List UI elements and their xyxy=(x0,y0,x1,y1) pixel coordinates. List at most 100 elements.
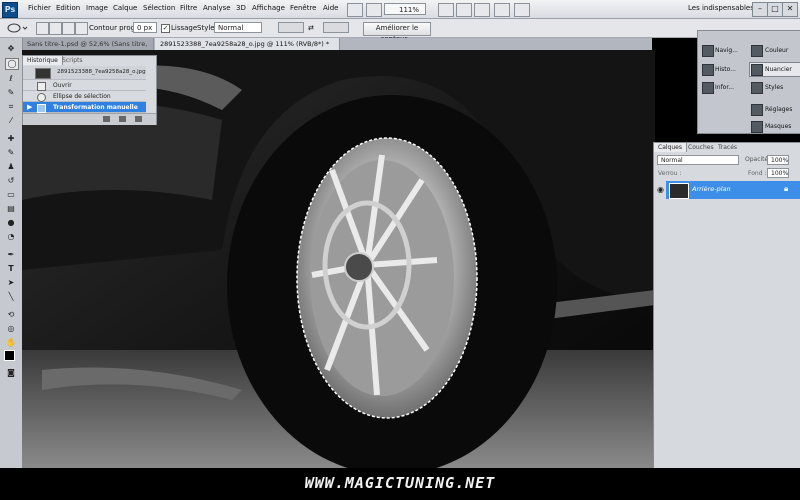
masks-icon[interactable] xyxy=(751,121,763,133)
rotate-view-icon[interactable] xyxy=(474,3,490,17)
history-brush-icon[interactable]: ↺ xyxy=(5,176,17,186)
history-item-label: Ellipse de sélection xyxy=(53,93,111,100)
crop-tool-icon[interactable]: ⌗ xyxy=(5,102,17,112)
fill-label: Fond : xyxy=(748,170,767,177)
healing-tool-icon[interactable]: ✚ xyxy=(5,134,17,144)
quick-select-tool-icon[interactable]: ✎ xyxy=(5,88,17,98)
menu-filtre[interactable]: Filtre xyxy=(180,4,197,12)
navigator-icon[interactable] xyxy=(702,45,714,57)
hand-icon[interactable] xyxy=(438,3,454,17)
dock-nuancier[interactable]: Nuancier xyxy=(765,66,792,73)
dock-styles[interactable]: Styles xyxy=(765,84,783,91)
dock-info[interactable]: Infor... xyxy=(715,84,734,91)
screen-mode-icon[interactable] xyxy=(514,3,530,17)
eraser-tool-icon[interactable]: ▭ xyxy=(5,190,17,200)
stamp-tool-icon[interactable]: ♟ xyxy=(5,162,17,172)
dock-masques[interactable]: Masques xyxy=(765,123,791,130)
menu-selection[interactable]: Sélection xyxy=(143,4,175,12)
lock-label: Verrou : xyxy=(658,170,682,177)
dock-navigator[interactable]: Navig... xyxy=(715,47,738,54)
3d-orbit-tool-icon[interactable]: ◎ xyxy=(5,324,17,334)
trash-icon[interactable] xyxy=(135,116,142,122)
lasso-tool-icon[interactable]: ℓ xyxy=(5,74,17,84)
layer-thumbnail xyxy=(669,183,689,199)
menu-calque[interactable]: Calque xyxy=(113,4,137,12)
menu-aide[interactable]: Aide xyxy=(323,4,338,12)
styles-icon[interactable] xyxy=(751,82,763,94)
history-item[interactable]: Ellipse de sélection xyxy=(23,91,146,102)
feather-input[interactable]: 0 px xyxy=(133,22,157,33)
maximize-button[interactable]: □ xyxy=(767,2,783,17)
hand-tool-icon[interactable]: ✋ xyxy=(5,338,17,348)
subtract-selection-icon[interactable] xyxy=(62,22,75,35)
ellipse-marquee-icon[interactable] xyxy=(6,22,28,34)
layer-row-background[interactable]: Arrière-plan 🔒︎ xyxy=(666,181,800,199)
opacity-input[interactable]: 100% xyxy=(767,155,789,165)
history-snapshot[interactable]: 2891523388_7ea9258a28_o.jpg xyxy=(23,66,146,80)
zoom-level[interactable]: 111% xyxy=(384,3,426,15)
layer-name: Arrière-plan xyxy=(692,185,731,193)
zoom-icon[interactable] xyxy=(456,3,472,17)
arrange-documents-icon[interactable] xyxy=(494,3,510,17)
snapshot-thumbnail xyxy=(35,68,51,79)
close-button[interactable]: ✕ xyxy=(782,2,798,17)
visibility-eye-icon[interactable]: ◉ xyxy=(657,185,664,194)
quick-mask-icon[interactable]: ◙ xyxy=(5,368,17,378)
new-document-icon[interactable] xyxy=(103,116,110,122)
refine-edge-button[interactable]: Améliorer le contour... xyxy=(363,22,431,43)
menu-affichage[interactable]: Affichage xyxy=(252,4,285,12)
info-icon[interactable] xyxy=(702,82,714,94)
bridge-icon[interactable] xyxy=(347,3,363,17)
new-selection-icon[interactable] xyxy=(36,22,49,35)
brush-tool-icon[interactable]: ✎ xyxy=(5,148,17,158)
add-selection-icon[interactable] xyxy=(49,22,62,35)
histogram-icon[interactable] xyxy=(702,64,714,76)
blend-mode-select[interactable]: Normal xyxy=(657,155,739,165)
tab-document-1[interactable]: Sans titre-1.psd @ 52,6% (Sans titre, RV… xyxy=(22,38,154,60)
marquee-tool-icon[interactable]: ◯ xyxy=(5,58,19,70)
minibridge-icon[interactable] xyxy=(366,3,382,17)
shape-tool-icon[interactable]: ╲ xyxy=(5,292,17,302)
dock-couleur[interactable]: Couleur xyxy=(765,47,788,54)
gradient-tool-icon[interactable]: ▤ xyxy=(5,204,17,214)
tab-couches[interactable]: Couches xyxy=(684,143,718,152)
type-tool-icon[interactable]: T xyxy=(5,264,17,274)
foreground-color-swatch[interactable] xyxy=(4,350,15,361)
style-select[interactable]: Normal xyxy=(214,22,262,33)
intersect-selection-icon[interactable] xyxy=(75,22,88,35)
menu-image[interactable]: Image xyxy=(86,4,108,12)
history-item-active[interactable]: ▶ Transformation manuelle de ... xyxy=(23,102,146,122)
tab-historique[interactable]: Historique xyxy=(23,56,63,65)
minimize-button[interactable]: – xyxy=(752,2,768,17)
eyedropper-tool-icon[interactable]: ⁄ xyxy=(5,116,17,126)
adjustments-icon[interactable] xyxy=(751,104,763,116)
move-tool-icon[interactable]: ✥ xyxy=(5,44,17,54)
dock-histogram[interactable]: Histo... xyxy=(715,66,736,73)
tab-traces[interactable]: Tracés xyxy=(714,143,741,152)
3d-rotate-tool-icon[interactable]: ⟲ xyxy=(5,310,17,320)
swatches-icon[interactable] xyxy=(751,64,763,76)
tab-document-2[interactable]: 2891523388_7ea9258a28_o.jpg @ 111% (RVB/… xyxy=(155,38,340,50)
color-icon[interactable] xyxy=(751,45,763,57)
menu-edition[interactable]: Edition xyxy=(56,4,80,12)
history-item[interactable]: Ouvrir xyxy=(23,80,146,91)
dock-reglages[interactable]: Réglages xyxy=(765,106,792,113)
antialias-checkbox[interactable]: ✓ xyxy=(161,24,170,33)
footer-banner: WWW.MAGICTUNING.NET xyxy=(0,468,800,500)
snapshot-icon[interactable] xyxy=(119,116,126,122)
pen-tool-icon[interactable]: ✒ xyxy=(5,250,17,260)
fill-input[interactable]: 100% xyxy=(767,168,789,178)
history-item-label: Ouvrir xyxy=(53,82,72,89)
tab-scripts[interactable]: Scripts xyxy=(58,56,87,65)
dodge-tool-icon[interactable]: ◔ xyxy=(5,232,17,242)
menu-fichier[interactable]: Fichier xyxy=(28,4,51,12)
layers-panel: Calques Couches Tracés Normal Opacité : … xyxy=(653,142,800,470)
ellipse-select-icon xyxy=(37,93,46,102)
blur-tool-icon[interactable]: ● xyxy=(5,218,17,228)
menu-fenetre[interactable]: Fenêtre xyxy=(290,4,316,12)
workspace-selector[interactable]: Les indispensables xyxy=(688,4,754,12)
tab-calques[interactable]: Calques xyxy=(654,143,687,152)
path-select-tool-icon[interactable]: ➤ xyxy=(5,278,17,288)
menu-analyse[interactable]: Analyse xyxy=(203,4,231,12)
menu-3d[interactable]: 3D xyxy=(236,4,246,12)
